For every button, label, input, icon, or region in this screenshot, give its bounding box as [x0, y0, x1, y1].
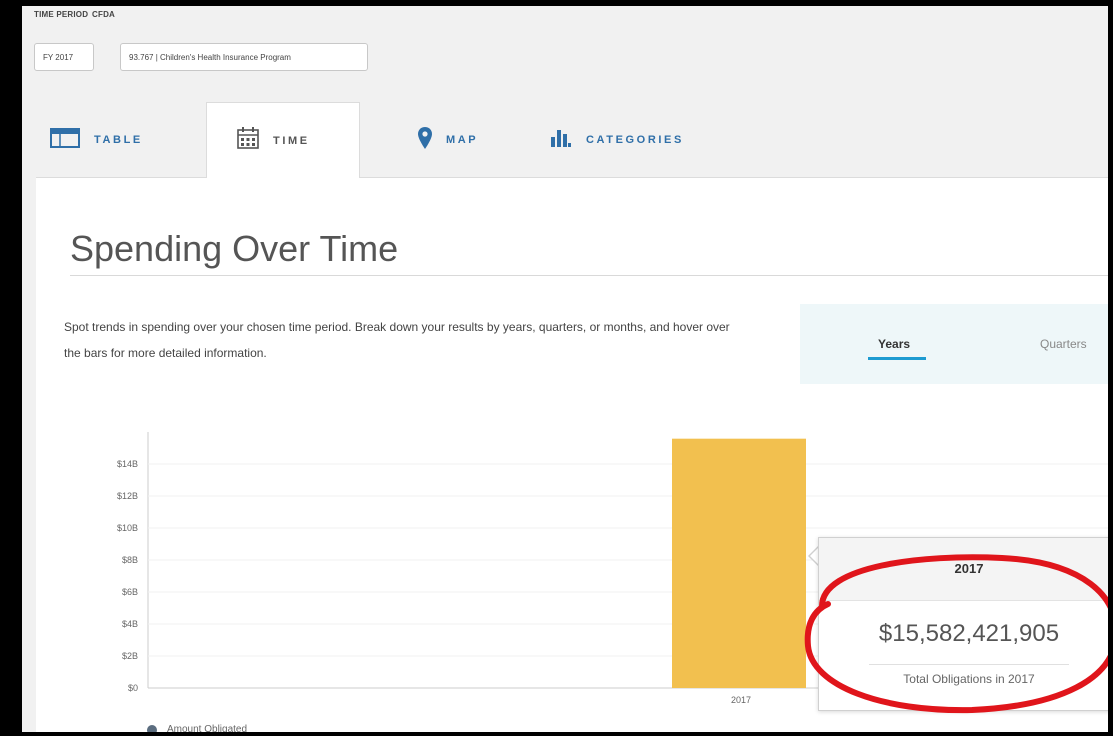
tooltip-divider — [869, 664, 1069, 665]
app-frame: TIME PERIOD CFDA FY 2017 93.767 | Childr… — [22, 6, 1108, 732]
bar-2017 — [672, 438, 806, 688]
y-tick-label: $4B — [122, 619, 138, 629]
y-tick-label: $12B — [117, 491, 138, 501]
legend-label: Amount Obligated — [167, 724, 248, 732]
y-tick-label: $8B — [122, 555, 138, 565]
bar-tooltip: 2017 $15,582,421,905 Total Obligations i… — [818, 537, 1108, 711]
chart-legend: Amount Obligated — [147, 724, 247, 732]
tooltip-title: 2017 — [819, 538, 1108, 601]
y-tick-label: $6B — [122, 587, 138, 597]
tooltip-amount: $15,582,421,905 — [878, 620, 1060, 647]
y-tick-label: $2B — [122, 651, 138, 661]
tab-time[interactable]: TIME — [206, 102, 360, 178]
x-tick-label: 2017 — [731, 695, 751, 705]
y-tick-label: $10B — [117, 523, 138, 533]
y-tick-label: $0 — [128, 683, 138, 693]
y-tick-label: $14B — [117, 459, 138, 469]
calendar-icon — [237, 127, 259, 154]
tooltip-subtitle: Total Obligations in 2017 — [903, 672, 1035, 686]
legend-swatch — [147, 724, 157, 732]
tab-time-label: TIME — [273, 134, 310, 147]
